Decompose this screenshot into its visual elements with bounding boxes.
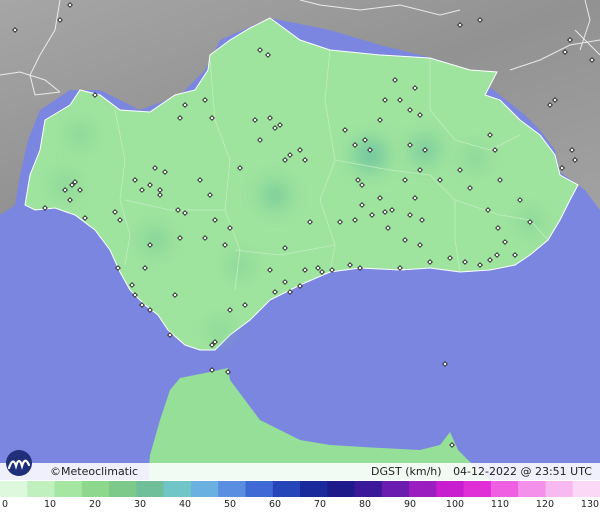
map-viewer: ©Meteoclimatic DGST (km/h) 04-12-2022 @ … xyxy=(0,0,600,517)
color-scale-tick-label: 100 xyxy=(445,499,465,510)
color-scale-tick-label: 0 xyxy=(1,499,9,510)
color-scale-tick-label: 110 xyxy=(490,499,510,510)
color-scale-tick-label: 130 xyxy=(580,499,600,510)
color-scale-swatch xyxy=(436,481,465,497)
brand-name: Meteoclimatic xyxy=(61,465,139,478)
color-scale-swatch xyxy=(272,481,301,497)
color-scale-tick-label: 70 xyxy=(313,499,327,510)
color-scale-tick-label: 80 xyxy=(358,499,372,510)
meteoclimatic-logo-icon xyxy=(6,450,32,476)
color-scale-swatch xyxy=(300,481,328,497)
color-scale-swatch xyxy=(136,481,165,497)
color-scale-swatch xyxy=(381,481,410,497)
color-scale-tick-label: 20 xyxy=(88,499,102,510)
color-scale-swatch xyxy=(81,481,110,497)
color-scale-tick-label: 10 xyxy=(43,499,57,510)
color-scale-swatch xyxy=(327,481,356,497)
color-scale: 0 10 20 30 40 50 60 70 80 90 100 110 120 130 xyxy=(0,480,600,517)
color-scale-swatch xyxy=(545,481,574,497)
color-scale-tick-label: 40 xyxy=(178,499,192,510)
map-info: DGST (km/h) 04-12-2022 @ 23:51 UTC xyxy=(363,465,592,479)
copyright-symbol: © xyxy=(50,465,61,478)
color-scale-swatch xyxy=(54,481,83,497)
map-canvas[interactable] xyxy=(0,0,600,480)
color-scale-swatch xyxy=(572,481,600,497)
color-scale-swatch xyxy=(354,481,383,497)
color-scale-swatch xyxy=(163,481,192,497)
color-scale-swatch xyxy=(109,481,137,497)
color-scale-swatch xyxy=(463,481,492,497)
brand-label: ©Meteoclimatic xyxy=(50,465,138,479)
color-scale-swatch xyxy=(245,481,274,497)
color-scale-swatch xyxy=(0,481,28,497)
color-scale-ticks: 0 10 20 30 40 50 60 70 80 90 100 110 120 130 xyxy=(0,497,600,517)
color-scale-swatch xyxy=(218,481,247,497)
color-scale-swatch xyxy=(190,481,219,497)
color-scale-tick-label: 30 xyxy=(133,499,147,510)
color-scale-tick-label: 90 xyxy=(403,499,417,510)
color-scale-swatch xyxy=(409,481,437,497)
variable-label: DGST (km/h) xyxy=(371,465,442,478)
color-scale-swatch xyxy=(490,481,519,497)
color-scale-bar xyxy=(0,481,600,497)
datetime-label: 04-12-2022 @ 23:51 UTC xyxy=(453,465,592,478)
color-scale-tick-label: 60 xyxy=(268,499,282,510)
color-scale-swatch xyxy=(27,481,56,497)
color-scale-swatch xyxy=(518,481,547,497)
color-scale-tick-label: 120 xyxy=(535,499,555,510)
color-scale-tick-label: 50 xyxy=(223,499,237,510)
